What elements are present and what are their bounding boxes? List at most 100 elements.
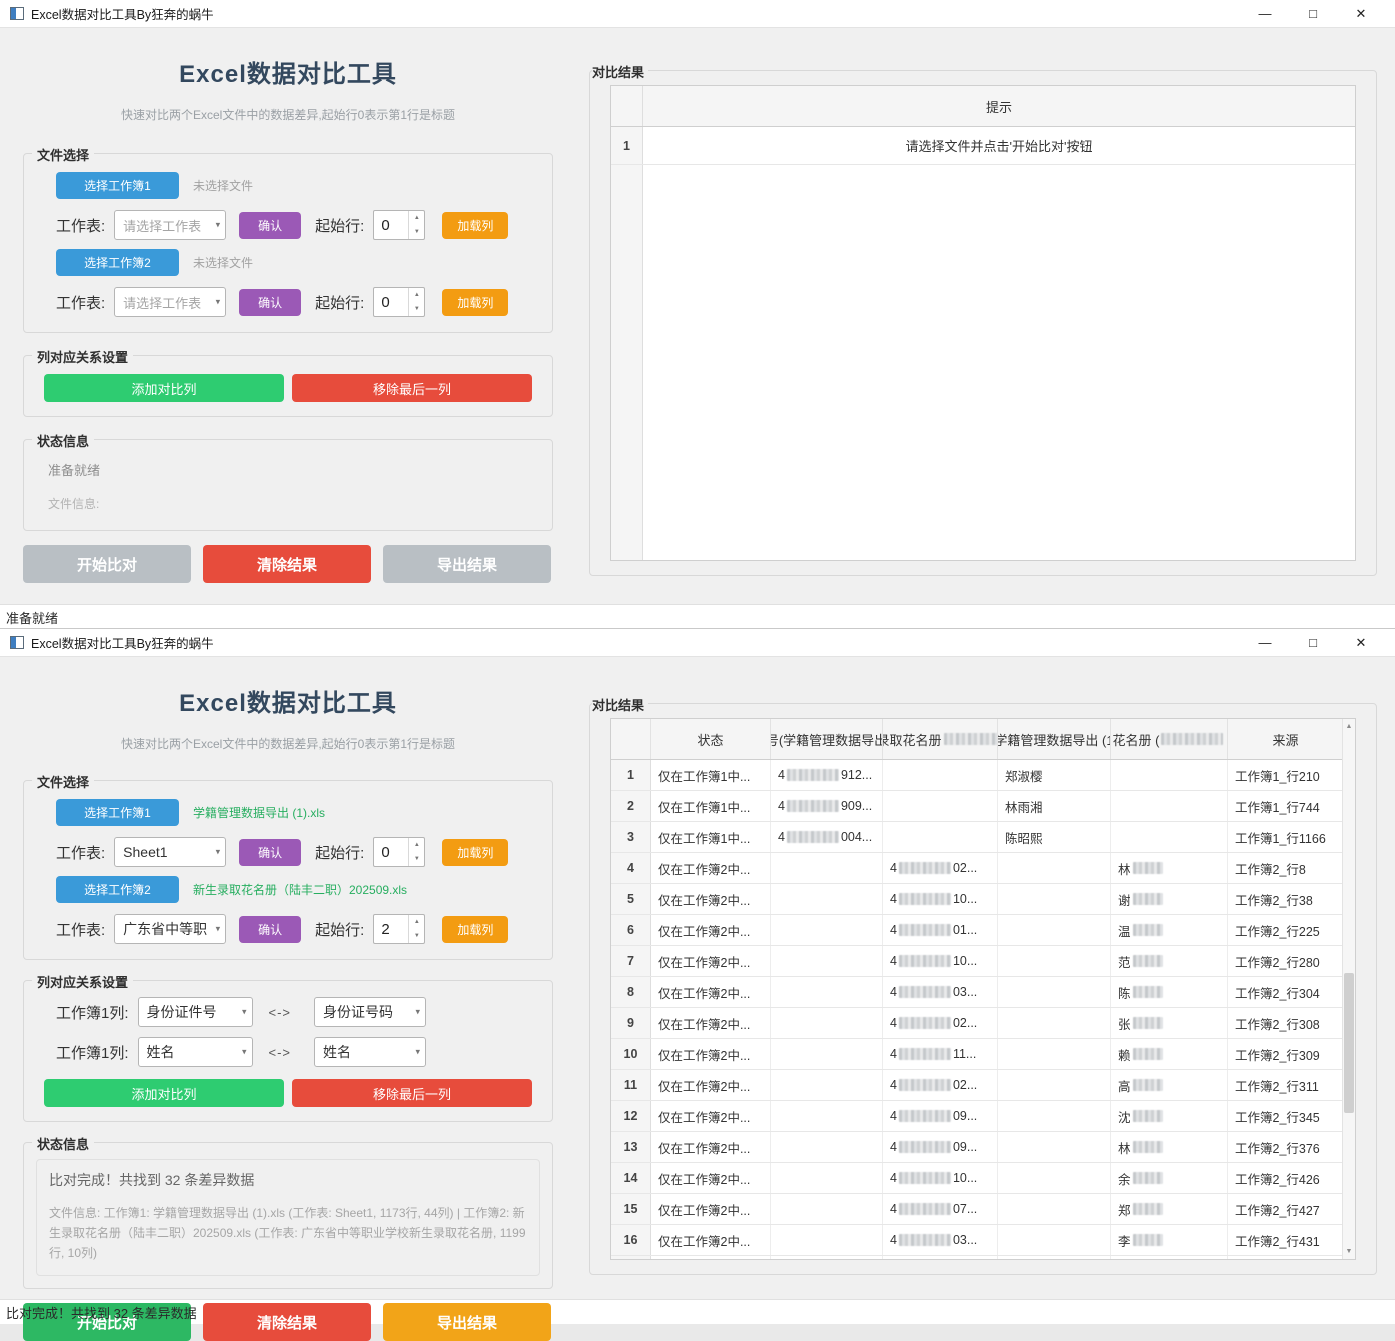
cell-status: 仅在工作簿1中... (651, 822, 771, 852)
result-row[interactable]: 7仅在工作簿2中...410...范工作簿2_行280 (611, 946, 1342, 977)
close-icon[interactable]: ✕ (1337, 1, 1385, 27)
result-row[interactable]: 1仅在工作簿1中...4912...郑淑樱工作簿1_行210 (611, 760, 1342, 791)
select-workbook2-button[interactable]: 选择工作簿2 (56, 249, 179, 276)
result-row[interactable]: 4仅在工作簿2中...402...林工作簿2_行8 (611, 853, 1342, 884)
load-columns2-button[interactable]: 加载列 (442, 289, 508, 316)
sheet1-select[interactable]: 请选择工作表 ▾ (114, 210, 226, 240)
result-row[interactable]: 17仅在工作簿2中...409...陈工作簿2_行518 (611, 1256, 1342, 1260)
mapping2-left-select[interactable]: 姓名 ▾ (138, 1037, 253, 1067)
load-columns2-button[interactable]: 加载列 (442, 916, 508, 943)
clear-results-button[interactable]: 清除结果 (203, 545, 371, 583)
cell-n: 16 (611, 1225, 651, 1255)
select-workbook1-button[interactable]: 选择工作簿1 (56, 799, 179, 826)
startrow1-spinner[interactable]: 0 ▲▼ (373, 210, 425, 240)
confirm-sheet1-button[interactable]: 确认 (239, 212, 301, 239)
spin-down-icon[interactable]: ▼ (409, 225, 424, 239)
sheet2-select[interactable]: 广东省中等职 ▾ (114, 914, 226, 944)
load-columns1-button[interactable]: 加载列 (442, 212, 508, 239)
result-row[interactable]: 10仅在工作簿2中...411...赖工作簿2_行309 (611, 1039, 1342, 1070)
startrow2-spinner[interactable]: 2 ▲▼ (373, 914, 425, 944)
scroll-down-icon[interactable]: ▼ (1343, 1244, 1355, 1259)
titlebar[interactable]: Excel数据对比工具By狂奔的蜗牛 — □ ✕ (0, 0, 1395, 28)
spin-up-icon[interactable]: ▲ (409, 915, 424, 929)
maximize-icon[interactable]: □ (1289, 630, 1337, 656)
spin-down-icon[interactable]: ▼ (409, 929, 424, 943)
result-row[interactable]: 2仅在工作簿1中...4909...林雨湘工作簿1_行744 (611, 791, 1342, 822)
minimize-icon[interactable]: — (1241, 1, 1289, 27)
minimize-icon[interactable]: — (1241, 630, 1289, 656)
app-icon (10, 636, 24, 649)
column-header-source: 来源 (1228, 719, 1344, 759)
start-compare-button[interactable]: 开始比对 (23, 545, 191, 583)
result-row[interactable]: 15仅在工作簿2中...407...郑工作簿2_行427 (611, 1194, 1342, 1225)
result-row[interactable]: 11仅在工作簿2中...402...高工作簿2_行311 (611, 1070, 1342, 1101)
result-row[interactable]: 14仅在工作簿2中...410...余工作簿2_行426 (611, 1163, 1342, 1194)
select-workbook2-button[interactable]: 选择工作簿2 (56, 876, 179, 903)
table-row[interactable]: 1 请选择文件并点击'开始比对'按钮 (611, 127, 1355, 165)
file-info-text: 文件信息: 工作簿1: 学籍管理数据导出 (1).xls (工作表: Sheet… (49, 1204, 527, 1263)
spin-up-icon[interactable]: ▲ (409, 838, 424, 852)
cell-text: 李 (1118, 1231, 1131, 1250)
cell-id2: 403... (883, 977, 998, 1007)
confirm-sheet2-button[interactable]: 确认 (239, 916, 301, 943)
cell-status: 仅在工作簿2中... (651, 1101, 771, 1131)
sheet1-select[interactable]: Sheet1 ▾ (114, 837, 226, 867)
spin-up-icon[interactable]: ▲ (409, 211, 424, 225)
scrollbar-thumb[interactable] (1344, 973, 1354, 1113)
export-results-button[interactable]: 导出结果 (383, 1303, 551, 1341)
cell-name1 (998, 1194, 1111, 1224)
cell-id2: 409... (883, 1256, 998, 1260)
results-panel: 对比结果 提示 1 请选择文件并点击'开始比对'按钮 (576, 28, 1395, 604)
mapping2-right-select[interactable]: 姓名 ▾ (314, 1037, 426, 1067)
clear-results-button[interactable]: 清除结果 (203, 1303, 371, 1341)
confirm-sheet1-button[interactable]: 确认 (239, 839, 301, 866)
cell-status: 仅在工作簿2中... (651, 977, 771, 1007)
cell-id2: 402... (883, 1070, 998, 1100)
add-compare-column-button[interactable]: 添加对比列 (44, 1079, 284, 1107)
result-row[interactable]: 5仅在工作簿2中...410...谢工作簿2_行38 (611, 884, 1342, 915)
maximize-icon[interactable]: □ (1289, 1, 1337, 27)
page-subtitle: 快速对比两个Excel文件中的数据差异,起始行0表示第1行是标题 (23, 735, 553, 752)
redacted-blur (899, 1110, 951, 1122)
result-row[interactable]: 13仅在工作簿2中...409...林工作簿2_行376 (611, 1132, 1342, 1163)
result-row[interactable]: 6仅在工作簿2中...401...温工作簿2_行225 (611, 915, 1342, 946)
spin-down-icon[interactable]: ▼ (409, 852, 424, 866)
cell-text: 张 (1118, 1014, 1131, 1033)
load-columns1-button[interactable]: 加载列 (442, 839, 508, 866)
result-row[interactable]: 9仅在工作簿2中...402...张工作簿2_行308 (611, 1008, 1342, 1039)
status-group: 状态信息 准备就绪 文件信息: (23, 439, 553, 531)
startrow2-spinner[interactable]: 0 ▲▼ (373, 287, 425, 317)
confirm-sheet2-button[interactable]: 确认 (239, 289, 301, 316)
cell-text: 03... (953, 1233, 977, 1247)
spin-down-icon[interactable]: ▼ (409, 302, 424, 316)
vertical-scrollbar[interactable]: ▲ ▼ (1342, 719, 1355, 1259)
remove-last-column-button[interactable]: 移除最后一列 (292, 1079, 532, 1107)
result-row[interactable]: 12仅在工作簿2中...409...沈工作簿2_行345 (611, 1101, 1342, 1132)
redacted-blur (899, 862, 951, 874)
redacted-blur (899, 1203, 951, 1215)
titlebar[interactable]: Excel数据对比工具By狂奔的蜗牛 — □ ✕ (0, 629, 1395, 657)
startrow1-spinner[interactable]: 0 ▲▼ (373, 837, 425, 867)
cell-text: 谢 (1118, 890, 1131, 909)
sheet2-select[interactable]: 请选择工作表 ▾ (114, 287, 226, 317)
select-workbook1-button[interactable]: 选择工作簿1 (56, 172, 179, 199)
cell-id1 (771, 1163, 883, 1193)
redacted-blur (1133, 1110, 1163, 1122)
spin-up-icon[interactable]: ▲ (409, 288, 424, 302)
cell-name1 (998, 884, 1111, 914)
cell-text: 陈 (1118, 983, 1131, 1002)
cell-name2: 陈 (1111, 977, 1228, 1007)
result-row[interactable]: 3仅在工作簿1中...4004...陈昭熙工作簿1_行1166 (611, 822, 1342, 853)
cell-name1 (998, 853, 1111, 883)
column-header-text: 来源 (1228, 730, 1343, 749)
mapping1-right-select[interactable]: 身份证号码 ▾ (314, 997, 426, 1027)
scroll-up-icon[interactable]: ▲ (1343, 719, 1355, 734)
export-results-button[interactable]: 导出结果 (383, 545, 551, 583)
close-icon[interactable]: ✕ (1337, 630, 1385, 656)
result-row[interactable]: 16仅在工作簿2中...403...李工作簿2_行431 (611, 1225, 1342, 1256)
add-compare-column-button[interactable]: 添加对比列 (44, 374, 284, 402)
remove-last-column-button[interactable]: 移除最后一列 (292, 374, 532, 402)
cell-text: 4 (778, 768, 785, 782)
result-row[interactable]: 8仅在工作簿2中...403...陈工作簿2_行304 (611, 977, 1342, 1008)
mapping1-left-select[interactable]: 身份证件号 ▾ (138, 997, 253, 1027)
